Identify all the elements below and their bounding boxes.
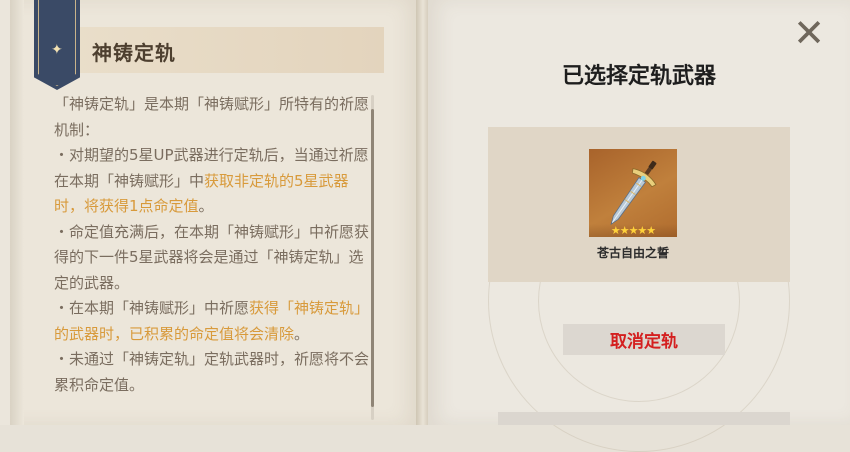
sparkle-icon: ✦ [51, 42, 63, 58]
section-header [36, 27, 384, 73]
bottom-button-partial[interactable] [498, 412, 790, 425]
close-icon[interactable]: ✕ [792, 14, 826, 52]
description-text: 「神铸定轨」是本期「神铸赋形」所特有的祈愿机制： ・对期望的5星UP武器进行定轨后… [54, 92, 370, 425]
description-paragraph: ・未通过「神铸定轨」定轨武器时，祈愿将不会累积命定值。 [54, 347, 370, 398]
rarity-stars: ★★★★★ [589, 224, 677, 237]
body-text: ・命定值充满后，在本期「神铸赋形」中祈愿获得的下一件5星武器将会是通过「神铸定轨… [54, 222, 370, 292]
description-paragraph: ・命定值充满后，在本期「神铸赋形」中祈愿获得的下一件5星武器将会是通过「神铸定轨… [54, 220, 370, 297]
body-text: ・未通过「神铸定轨」定轨武器时，祈愿将不会累积命定值。 [54, 350, 370, 394]
body-text: 。 [294, 324, 310, 343]
body-text: ・在本期「神铸赋形」中祈愿 [54, 299, 250, 317]
body-text: 。 [198, 197, 214, 215]
description-paragraph: 「神铸定轨」是本期「神铸赋形」所特有的祈愿机制： [54, 92, 370, 143]
selected-weapon-title: 已选择定轨武器 [561, 64, 716, 89]
weapon-name: 苍古自由之誓 [596, 246, 669, 260]
description-paragraph: ・对期望的5星UP武器进行定轨后，当通过祈愿在本期「神铸赋形」中获取非定轨的5星… [54, 143, 370, 220]
weapon-card[interactable]: ★★★★★ [589, 149, 677, 237]
description-paragraph: ・在本期「神铸赋形」中祈愿获得「神铸定轨」的武器时，已积累的命定值将会清除。 [54, 296, 370, 347]
scrollbar-thumb[interactable] [371, 109, 374, 407]
section-title: 神铸定轨 [92, 41, 176, 65]
cancel-epitomized-path-button[interactable]: 取消定轨 [563, 324, 725, 355]
body-text: 「神铸定轨」是本期「神铸赋形」所特有的祈愿机制： [54, 95, 370, 139]
scrollbar[interactable] [371, 95, 374, 420]
